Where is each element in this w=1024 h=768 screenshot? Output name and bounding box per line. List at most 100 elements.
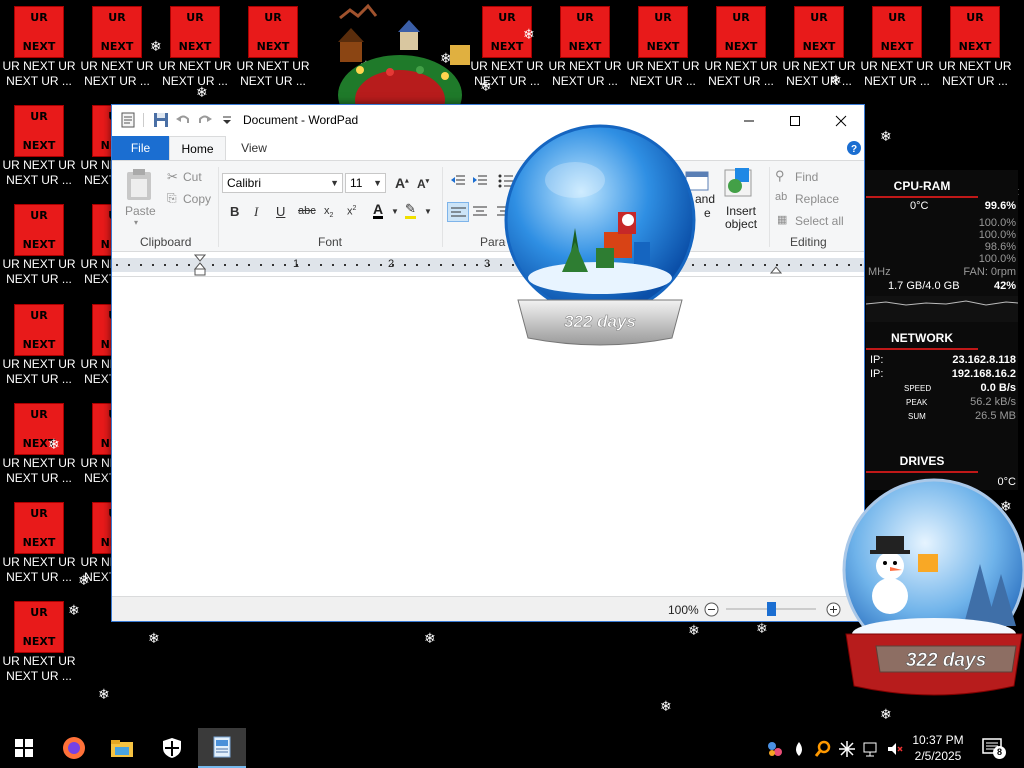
tab-view[interactable]: View: [228, 136, 280, 160]
right-indent-marker[interactable]: [770, 263, 782, 275]
desktop-shortcut[interactable]: URNEXTUR NEXT URNEXT UR ...: [780, 0, 858, 98]
font-size-select[interactable]: 11 ▼: [345, 173, 386, 193]
volume-muted-icon[interactable]: [886, 740, 904, 758]
snowflake-tray-icon[interactable]: [838, 740, 856, 758]
start-button[interactable]: [0, 728, 48, 768]
cut-button[interactable]: Cut: [183, 170, 202, 184]
tab-home[interactable]: Home: [169, 136, 226, 160]
desktop-shortcut[interactable]: URNEXTUR NEXT URNEXT UR ...: [78, 298, 111, 396]
bold-icon[interactable]: B: [230, 204, 239, 219]
shortcut-icon-text: UR: [93, 507, 111, 520]
font-family-select[interactable]: Calibri ▼: [222, 173, 343, 193]
shortcut-icon-text: NEXT: [100, 40, 134, 53]
chevron-down-icon[interactable]: ▼: [391, 207, 399, 216]
ruler[interactable]: 1 2 3: [112, 253, 864, 277]
shortcut-icon-text: NEXT: [256, 40, 290, 53]
find-button[interactable]: Find: [795, 170, 818, 184]
redo-icon[interactable]: [197, 112, 213, 128]
shortcut-icon: UR NEXT: [14, 304, 64, 356]
wordpad-window[interactable]: Document - WordPad File Home View ? Past…: [111, 104, 865, 622]
highlight-icon[interactable]: ✎: [405, 202, 416, 219]
public-ip: 23.162.8.118: [952, 354, 1016, 366]
desktop-shortcut[interactable]: URNEXTUR NEXT URNEXT UR ...: [0, 496, 78, 594]
desktop-shortcut[interactable]: URNEXTUR NEXT URNEXT UR ...: [546, 0, 624, 98]
network-tray-icon[interactable]: [766, 740, 784, 758]
italic-icon[interactable]: I: [254, 204, 258, 220]
customize-toolbar-icon[interactable]: [219, 112, 235, 128]
desktop-shortcut[interactable]: URNEXTUR NEXT URNEXT UR ...: [0, 0, 78, 98]
wordpad-icon: [213, 736, 231, 758]
shortcut-label-line: UR NEXT UR: [80, 59, 154, 73]
decrease-indent-icon[interactable]: [450, 173, 466, 189]
title-bar[interactable]: Document - WordPad: [112, 105, 864, 136]
font-color-icon[interactable]: A: [373, 202, 384, 219]
underline-icon[interactable]: U: [276, 204, 285, 219]
desktop-shortcut[interactable]: URNEXTUR NEXT URNEXT UR ...: [936, 0, 1014, 98]
taskbar-file-explorer[interactable]: [98, 728, 146, 768]
water-drop-icon[interactable]: [790, 740, 808, 758]
insert-object-icon: [724, 168, 752, 197]
desktop-shortcut[interactable]: URNEXTUR NEXT URNEXT UR ...: [858, 0, 936, 98]
tab-file[interactable]: File: [112, 136, 169, 160]
desktop-shortcut[interactable]: URNEXTUR NEXT URNEXT UR ...: [78, 397, 111, 495]
taskbar-firefox[interactable]: [50, 728, 98, 768]
network-connection-icon[interactable]: [862, 740, 880, 758]
desktop-shortcut[interactable]: URNEXTUR NEXT URNEXT UR ...: [0, 198, 78, 296]
document-area[interactable]: [112, 278, 864, 596]
desktop-shortcut[interactable]: URNEXTUR NEXT URNEXT UR ...: [702, 0, 780, 98]
clock-time: 10:37 PM: [912, 733, 964, 747]
desktop-shortcut[interactable]: URNEXTUR NEXT URNEXT UR ...: [0, 397, 78, 495]
shortcut-icon-text: NEXT: [802, 40, 836, 53]
help-icon[interactable]: ?: [846, 140, 862, 156]
ip-label: IP:: [870, 354, 884, 366]
subscript-icon[interactable]: x2: [324, 205, 333, 219]
save-icon[interactable]: [153, 112, 169, 128]
desktop-shortcut[interactable]: URNEXTUR NEXT URNEXT UR ...: [78, 198, 111, 296]
search-tray-icon[interactable]: [814, 740, 832, 758]
desktop-shortcut[interactable]: URNEXTUR NEXT URNEXT UR ...: [0, 99, 78, 197]
grow-font-icon[interactable]: A▴: [395, 175, 409, 191]
notification-center-button[interactable]: 8: [982, 738, 1006, 759]
shrink-font-icon[interactable]: A▾: [417, 177, 429, 191]
taskbar-security[interactable]: [148, 728, 196, 768]
scissors-icon: ✂: [167, 169, 178, 184]
align-center-icon[interactable]: [472, 204, 488, 220]
strikethrough-icon[interactable]: abc: [298, 205, 316, 217]
left-indent-marker[interactable]: [194, 253, 206, 277]
insert-picture-label-2[interactable]: e: [704, 206, 711, 220]
desktop-shortcut[interactable]: URNEXTUR NEXT URNEXT UR ...: [78, 0, 156, 98]
paste-button[interactable]: Paste: [125, 204, 156, 218]
shortcut-label-line: NEXT UR ...: [6, 173, 72, 187]
maximize-button[interactable]: [772, 105, 818, 136]
replace-button[interactable]: Replace: [795, 192, 839, 206]
insert-object-button[interactable]: Insert: [726, 204, 756, 218]
undo-icon[interactable]: [175, 112, 191, 128]
zoom-slider-thumb[interactable]: [767, 602, 776, 616]
align-left-icon[interactable]: [447, 202, 469, 222]
taskbar-wordpad[interactable]: [198, 728, 246, 768]
status-bar: 100%: [112, 596, 864, 621]
system-clock[interactable]: 10:37 PM 2/5/2025: [908, 732, 968, 764]
desktop-shortcut[interactable]: URNEXTUR NEXT URNEXT UR ...: [156, 0, 234, 98]
copy-button[interactable]: Copy: [183, 192, 211, 206]
increase-indent-icon[interactable]: [472, 173, 488, 189]
desktop-shortcut[interactable]: URNEXTUR NEXT URNEXT UR ...: [78, 99, 111, 197]
paste-dropdown-icon[interactable]: ▾: [134, 218, 138, 227]
zoom-out-icon[interactable]: [704, 602, 719, 617]
shortcut-label: UR NEXT URNEXT UR ...: [546, 59, 624, 89]
core-load: 98.6%: [984, 241, 1016, 253]
desktop-shortcut[interactable]: URNEXTUR NEXT URNEXT UR ...: [0, 595, 78, 693]
close-button[interactable]: [818, 105, 864, 136]
font-family-value: Calibri: [227, 176, 262, 190]
desktop-shortcut[interactable]: URNEXTUR NEXT URNEXT UR ...: [0, 298, 78, 396]
font-size-value: 11: [350, 176, 363, 190]
shortcut-icon-text: UR: [93, 110, 111, 123]
chevron-down-icon[interactable]: ▼: [424, 207, 432, 216]
wordpad-app-icon[interactable]: [120, 112, 136, 128]
insert-object-label-2[interactable]: object: [725, 217, 757, 231]
desktop-shortcut[interactable]: URNEXTUR NEXT URNEXT UR ...: [624, 0, 702, 98]
ip-label: IP:: [870, 368, 884, 380]
minimize-button[interactable]: [726, 105, 772, 136]
select-all-button[interactable]: Select all: [795, 214, 844, 228]
superscript-icon[interactable]: x2: [347, 205, 356, 218]
